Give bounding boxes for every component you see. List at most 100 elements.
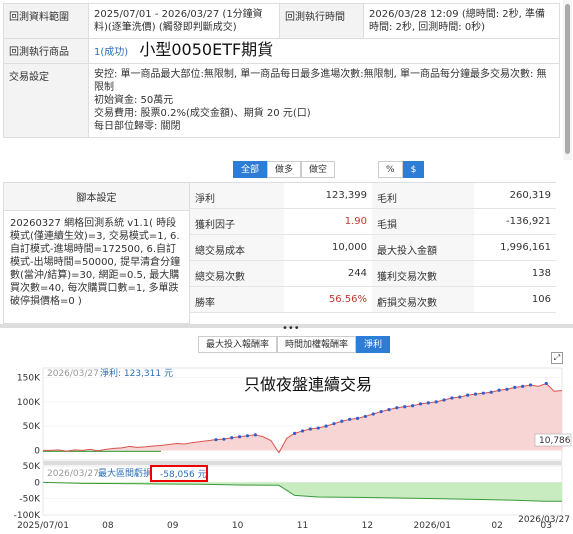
info-row-trade: 交易設定 安控: 單一商品最大部位:無限制, 單一商品每日最多進場次數:無限制,… xyxy=(4,64,559,137)
stats-table: 淨利 123,399 毛利 260,319 獲利因子 1.90 毛損 -136,… xyxy=(190,182,556,324)
new-high-dot xyxy=(403,405,407,409)
new-high-dot xyxy=(426,401,430,405)
new-high-dot xyxy=(371,412,375,416)
backtest-info-table: 回測資料範圍 2025/07/01 - 2026/03/27 (1分鐘資料)(逐… xyxy=(3,3,560,138)
trade-line-4: 每日部位歸零: 關閉 xyxy=(94,121,181,132)
bottom-series-label: 最大區間虧損 xyxy=(98,467,152,479)
new-high-dot xyxy=(387,408,391,412)
stat-value: 1.90 xyxy=(344,216,367,227)
vertical-scrollbar[interactable] xyxy=(563,0,572,160)
stat-value: 10,000 xyxy=(332,242,367,253)
stat-label: 總交易次數 xyxy=(190,261,284,286)
stats-row: 勝率 56.56% 虧損交易次數 106 xyxy=(190,287,556,313)
new-high-dot xyxy=(316,426,320,430)
stat-value: 123,399 xyxy=(325,190,367,201)
new-high-dot xyxy=(528,383,533,387)
stat-label: 獲利交易次數 xyxy=(372,261,474,286)
new-high-dot xyxy=(458,395,462,399)
y-tick-label: 100K xyxy=(17,398,41,408)
new-high-dot xyxy=(355,416,360,420)
unit-percent-button[interactable]: % xyxy=(378,161,403,178)
new-high-dot xyxy=(466,393,470,397)
bottom-date-label: 2026/03/27 xyxy=(47,469,99,479)
filter-short-button[interactable]: 做空 xyxy=(301,161,336,178)
tab-time-weighted-return[interactable]: 時間加權報酬率 xyxy=(277,336,357,353)
x-axis: 2025/07/01 08 09 10 11 12 2026/01 02 032026/03/2… xyxy=(17,515,570,531)
exec-time-label: 回測執行時間 xyxy=(279,4,364,38)
new-high-dot xyxy=(544,381,548,386)
chart-tabs: 最大投入報酬率 時間加權報酬率 淨利 xyxy=(198,336,391,353)
top-date-label: 2026/03/27 xyxy=(47,369,99,379)
new-high-dot xyxy=(513,385,517,389)
tab-max-invest-return[interactable]: 最大投入報酬率 xyxy=(198,336,278,353)
stat-label: 毛損 xyxy=(372,209,474,234)
new-high-dot xyxy=(308,427,312,431)
expand-chart-icon[interactable]: ⤢ xyxy=(551,352,563,364)
filter-all-button[interactable]: 全部 xyxy=(233,161,268,178)
stat-value: 106 xyxy=(531,294,551,305)
new-high-dot xyxy=(450,396,454,400)
y-tick-label: 50K xyxy=(23,422,41,432)
stats-row: 淨利 123,399 毛利 260,319 xyxy=(190,183,556,209)
range-label: 回測資料範圍 xyxy=(4,4,89,38)
x-tick-label: 11 xyxy=(297,521,308,531)
drawdown-chart-axes: 50K 0 -50K -100K xyxy=(14,461,563,521)
product-name: 小型0050ETF期貨 xyxy=(139,40,274,59)
script-settings-panel: 腳本設定 20260327 網格回測系統 v1.1( 時段模式(僅連續生效)=3… xyxy=(3,182,190,324)
unit-toggle: % $ xyxy=(378,161,425,178)
stat-value: 138 xyxy=(531,268,551,279)
new-high-dot xyxy=(237,435,242,439)
net-profit-line xyxy=(43,382,563,454)
new-high-dot xyxy=(324,424,328,428)
stats-row: 獲利因子 1.90 毛損 -136,921 xyxy=(190,209,556,235)
stat-value: 260,319 xyxy=(509,190,551,201)
new-high-dot xyxy=(379,409,383,414)
stat-label: 虧損交易次數 xyxy=(372,287,474,312)
new-high-dot xyxy=(505,387,509,391)
new-high-dot xyxy=(410,404,415,408)
top-chart-axes: 150K 100K 50K 0 xyxy=(17,367,563,461)
new-high-dot xyxy=(473,392,478,396)
y-tick-label: 0 xyxy=(34,478,40,488)
new-high-dot xyxy=(230,436,234,440)
new-high-dot xyxy=(348,417,352,421)
tab-net-profit[interactable]: 淨利 xyxy=(356,336,391,353)
splitter-handle-icon[interactable]: ••• xyxy=(282,323,300,334)
x-tick-label: 03 xyxy=(541,521,552,531)
stats-row: 總交易次數 244 獲利交易次數 138 xyxy=(190,261,556,287)
stat-value: 1,996,161 xyxy=(500,242,551,253)
new-high-dot xyxy=(442,398,446,402)
new-high-dot xyxy=(489,390,493,394)
stat-value: 56.56% xyxy=(328,294,367,305)
top-series-label: 淨利: 123,311 元 xyxy=(100,367,173,379)
stat-label: 總交易成本 xyxy=(190,235,284,260)
product-label: 回測執行商品 xyxy=(4,39,89,63)
info-row-product: 回測執行商品 1(成功) 小型0050ETF期貨 xyxy=(4,39,559,64)
new-high-dot xyxy=(332,422,336,426)
trade-line-1: 安控: 單一商品最大部位:無限制, 單一商品每日最多進場次數:無限制, 單一商品… xyxy=(94,69,547,93)
new-high-markers xyxy=(214,381,548,442)
x-tick-label: 2025/07/01 xyxy=(17,521,69,531)
new-high-dot xyxy=(418,402,423,406)
stat-label: 毛利 xyxy=(372,183,474,208)
x-tick-label: 12 xyxy=(362,521,373,531)
new-high-dot xyxy=(434,400,438,404)
product-status-link[interactable]: 1(成功) xyxy=(94,47,128,58)
top-end-value: 10,786 xyxy=(539,436,571,446)
stats-row: 總交易成本 10,000 最大投入金額 1,996,161 xyxy=(190,235,556,261)
stat-label: 獲利因子 xyxy=(190,209,284,234)
new-high-dot xyxy=(497,388,501,392)
new-high-dot xyxy=(395,406,399,410)
filter-long-button[interactable]: 做多 xyxy=(267,161,302,178)
exec-time-value: 2026/03/28 12:09 (總時間: 2秒, 準備時間: 2秒, 回測時… xyxy=(369,9,545,33)
direction-filter: 全部 做多 做空 xyxy=(233,161,336,178)
x-tick-label: 2026/01 xyxy=(414,521,451,531)
x-tick-label: 02 xyxy=(491,521,502,531)
new-high-dot xyxy=(214,438,218,442)
unit-dollar-button[interactable]: $ xyxy=(402,161,425,178)
x-tick-label: 10 xyxy=(232,521,244,531)
chart-annotation: 只做夜盤連續交易 xyxy=(244,375,372,394)
x-tick-label: 09 xyxy=(167,521,179,531)
x-tick-label: 2026/03/27 xyxy=(518,515,570,525)
stat-value: 244 xyxy=(347,268,367,279)
